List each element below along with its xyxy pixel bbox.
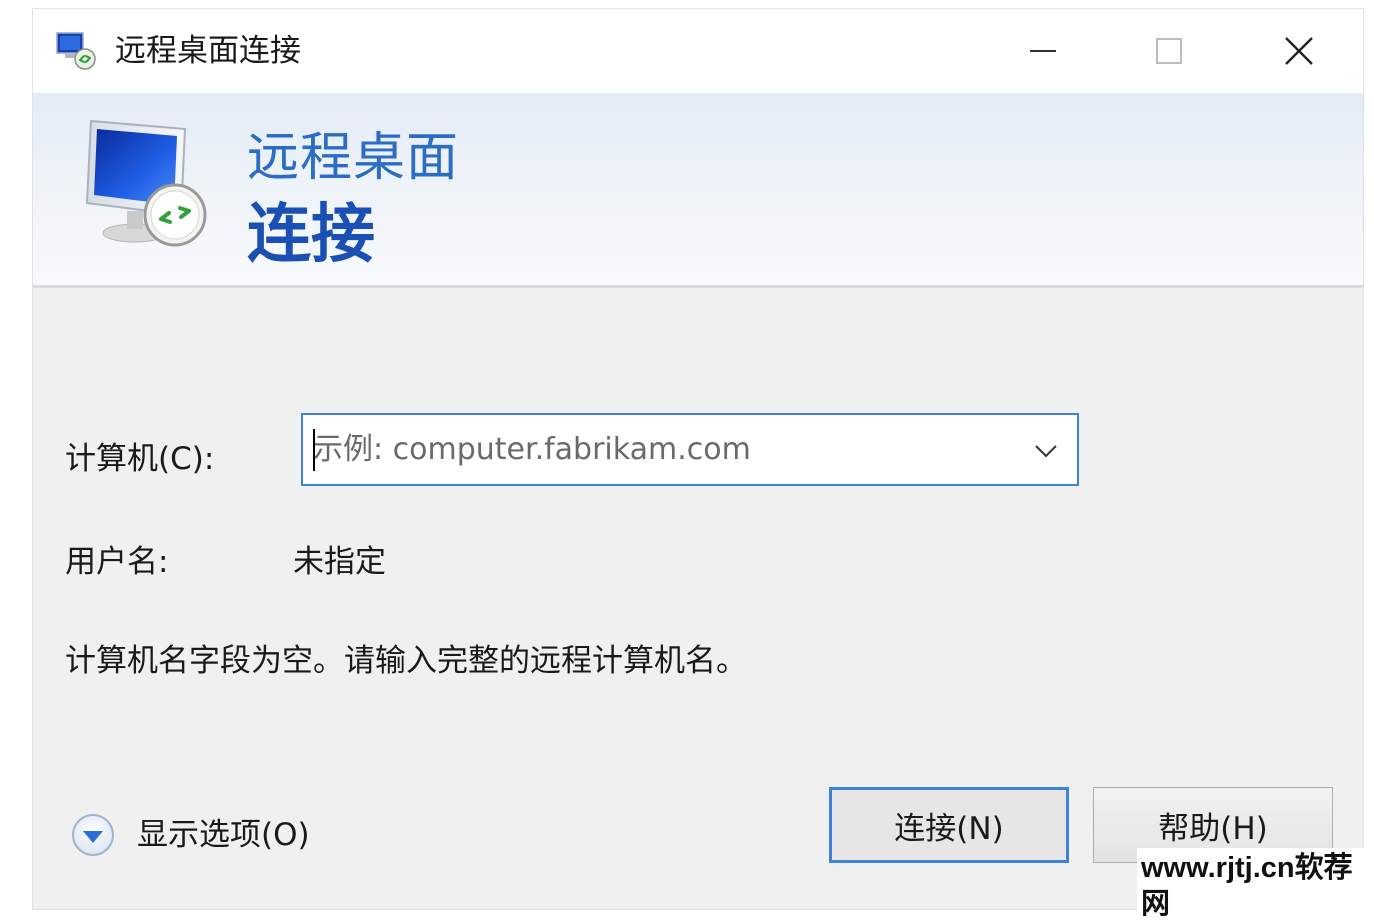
computer-input[interactable] — [303, 415, 1023, 484]
maximize-button[interactable] — [1134, 17, 1204, 85]
status-message: 计算机名字段为空。请输入完整的远程计算机名。 — [65, 643, 747, 679]
show-options-toggle[interactable]: 显示选项(O) — [71, 813, 310, 857]
close-icon — [1285, 37, 1313, 65]
show-options-label: 显示选项(O) — [137, 817, 310, 853]
monitor-connection-icon — [85, 119, 207, 247]
username-label: 用户名: — [65, 544, 169, 580]
header-banner: 远程桌面 连接 — [33, 93, 1363, 288]
remote-desktop-icon — [56, 32, 96, 70]
window-title: 远程桌面连接 — [115, 33, 301, 69]
banner-subtitle: 连接 — [247, 198, 375, 272]
minimize-icon — [1030, 50, 1056, 52]
site-watermark: www.rjtj.cn软荐网 — [1137, 848, 1374, 924]
remote-desktop-window: 远程桌面连接 远程桌面 连接 计算机(C): 示例: computer.fabr… — [32, 8, 1364, 910]
computer-label: 计算机(C): — [65, 441, 215, 477]
computer-combobox[interactable] — [301, 413, 1079, 486]
banner-title: 远程桌面 — [247, 128, 460, 188]
computer-dropdown-button[interactable] — [1025, 429, 1067, 471]
expand-circle-icon — [72, 814, 114, 856]
title-bar[interactable]: 远程桌面连接 — [33, 9, 1363, 93]
close-button[interactable] — [1264, 17, 1334, 85]
maximize-icon — [1156, 38, 1182, 64]
username-value: 未指定 — [293, 544, 386, 580]
connect-button[interactable]: 连接(N) — [829, 787, 1069, 863]
minimize-button[interactable] — [1008, 17, 1078, 85]
chevron-down-icon — [1035, 445, 1057, 458]
text-caret — [313, 429, 315, 471]
